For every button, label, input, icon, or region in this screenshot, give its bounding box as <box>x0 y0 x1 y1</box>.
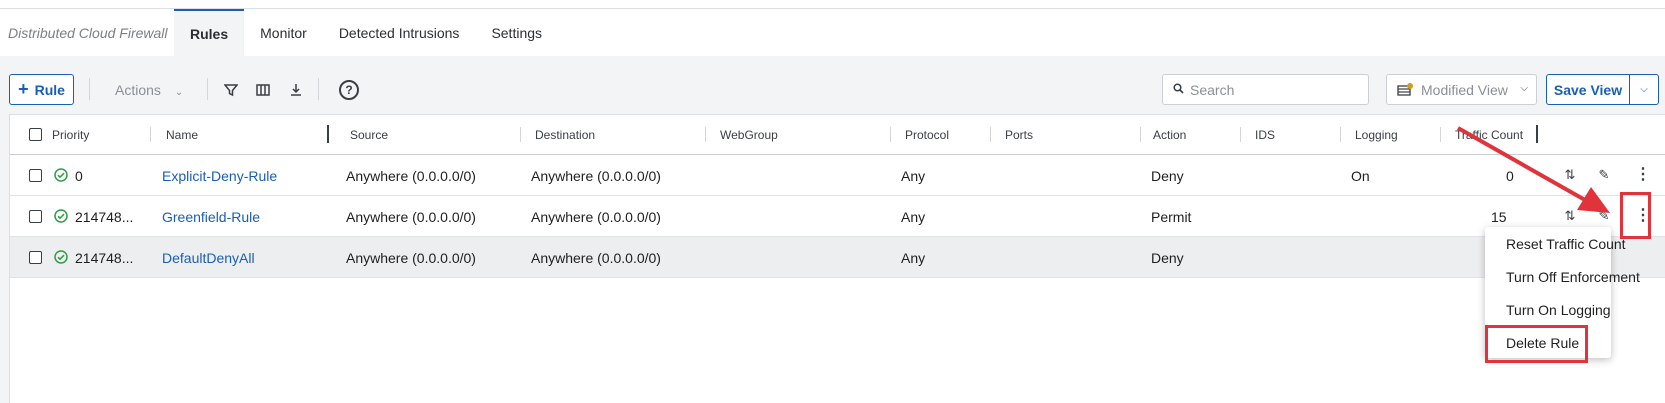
actions-dropdown[interactable]: Actions ⌄ <box>115 82 183 98</box>
col-source[interactable]: Source <box>350 128 388 142</box>
column-divider[interactable] <box>520 127 521 142</box>
col-ids[interactable]: IDS <box>1255 128 1275 142</box>
column-divider[interactable] <box>890 127 891 142</box>
col-priority[interactable]: Priority <box>52 128 89 142</box>
rule-name-link[interactable]: Explicit-Deny-Rule <box>162 168 277 184</box>
priority-cell: 0 <box>75 168 83 184</box>
row-checkbox[interactable] <box>29 251 42 264</box>
traffic-count-cell: 0 <box>1506 168 1514 184</box>
add-rule-label: Rule <box>34 81 65 98</box>
col-action[interactable]: Action <box>1153 128 1186 142</box>
source-cell: Anywhere (0.0.0.0/0) <box>346 168 476 184</box>
toolbar: + Rule Actions ⌄ ? Modified View ⌵ Save V… <box>0 56 1665 114</box>
col-name[interactable]: Name <box>166 128 198 142</box>
column-divider[interactable] <box>990 127 991 142</box>
protocol-cell: Any <box>901 209 926 225</box>
view-label: Modified View <box>1421 81 1508 98</box>
column-divider[interactable] <box>705 127 706 142</box>
protocol-cell: Any <box>901 168 926 184</box>
add-rule-button[interactable]: + Rule <box>9 74 74 105</box>
priority-cell: 214748... <box>75 250 134 266</box>
destination-cell: Anywhere (0.0.0.0/0) <box>531 209 661 225</box>
col-destination[interactable]: Destination <box>535 128 595 142</box>
destination-cell: Anywhere (0.0.0.0/0) <box>531 250 661 266</box>
tab-detected-intrusions[interactable]: Detected Intrusions <box>323 9 476 56</box>
table-row[interactable]: 214748... Greenfield-Rule Anywhere (0.0.… <box>10 196 1665 237</box>
edit-icon[interactable]: ✎ <box>1596 167 1612 183</box>
columns-icon[interactable] <box>254 81 272 99</box>
row-context-menu: Reset Traffic Count Turn Off Enforcement… <box>1485 227 1640 358</box>
select-all-checkbox[interactable] <box>29 128 42 141</box>
priority-cell: 214748... <box>75 209 134 225</box>
plus-icon: + <box>18 79 29 99</box>
column-divider[interactable] <box>1340 127 1341 142</box>
col-webgroup[interactable]: WebGroup <box>720 128 778 142</box>
reorder-icon[interactable]: ⇅ <box>1562 208 1578 224</box>
rules-table: Priority Name Source Destination WebGrou… <box>9 114 1665 403</box>
menu-item-turn-on-logging[interactable]: Turn On Logging <box>1506 302 1611 318</box>
top-strip <box>0 0 1665 9</box>
traffic-count-cell: 15 <box>1491 209 1507 225</box>
col-ports[interactable]: Ports <box>1005 128 1033 142</box>
download-icon[interactable] <box>287 81 305 99</box>
help-icon[interactable]: ? <box>339 80 359 100</box>
app-title: Distributed Cloud Firewall <box>8 24 168 41</box>
source-cell: Anywhere (0.0.0.0/0) <box>346 250 476 266</box>
column-resize-handle[interactable] <box>327 125 329 143</box>
col-protocol[interactable]: Protocol <box>905 128 949 142</box>
toolbar-divider <box>318 78 319 100</box>
column-resize-handle[interactable] <box>1536 125 1538 143</box>
tab-bar: Distributed Cloud Firewall Rules Monitor… <box>0 9 1665 56</box>
table-header: Priority Name Source Destination WebGrou… <box>10 115 1665 155</box>
action-cell: Deny <box>1151 168 1184 184</box>
table-row[interactable]: 0 Explicit-Deny-Rule Anywhere (0.0.0.0/0… <box>10 155 1665 196</box>
row-checkbox[interactable] <box>29 169 42 182</box>
menu-item-turn-off-enforcement[interactable]: Turn Off Enforcement <box>1506 269 1640 285</box>
chevron-down-icon: ⌄ <box>174 87 184 98</box>
column-divider[interactable] <box>1140 127 1141 142</box>
menu-item-reset-traffic-count[interactable]: Reset Traffic Count <box>1506 236 1626 252</box>
logging-cell: On <box>1351 168 1370 184</box>
action-cell: Deny <box>1151 250 1184 266</box>
column-divider[interactable] <box>1440 127 1441 142</box>
check-circle-icon <box>54 250 68 264</box>
reorder-icon[interactable]: ⇅ <box>1562 167 1578 183</box>
protocol-cell: Any <box>901 250 926 266</box>
filter-icon[interactable] <box>222 81 240 99</box>
toolbar-divider <box>207 78 208 100</box>
column-divider[interactable] <box>150 127 151 142</box>
more-options-icon[interactable]: ⋮ <box>1635 167 1651 183</box>
menu-item-delete-rule[interactable]: Delete Rule <box>1506 335 1579 351</box>
search-icon <box>1173 82 1184 97</box>
destination-cell: Anywhere (0.0.0.0/0) <box>531 168 661 184</box>
column-divider[interactable] <box>1240 127 1241 142</box>
search-input[interactable] <box>1190 81 1360 98</box>
rule-name-link[interactable]: DefaultDenyAll <box>162 250 255 266</box>
col-traffic-count[interactable]: Traffic Count <box>1455 128 1523 142</box>
action-cell: Permit <box>1151 209 1192 225</box>
row-checkbox[interactable] <box>29 210 42 223</box>
rule-name-link[interactable]: Greenfield-Rule <box>162 209 260 225</box>
more-options-icon[interactable]: ⋮ <box>1635 208 1651 224</box>
toolbar-divider <box>89 78 90 100</box>
tab-rules[interactable]: Rules <box>174 9 245 56</box>
chevron-down-icon: ⌵ <box>1520 83 1528 94</box>
check-circle-icon <box>54 209 68 223</box>
source-cell: Anywhere (0.0.0.0/0) <box>346 209 476 225</box>
actions-label: Actions <box>115 82 161 98</box>
save-view-dropdown[interactable]: ⌵ <box>1629 74 1659 105</box>
tab-monitor[interactable]: Monitor <box>244 9 323 56</box>
table-row[interactable]: 214748... DefaultDenyAll Anywhere (0.0.0… <box>10 237 1665 278</box>
view-selector[interactable]: Modified View ⌵ <box>1386 74 1537 105</box>
edit-icon[interactable]: ✎ <box>1596 208 1612 224</box>
col-logging[interactable]: Logging <box>1355 128 1398 142</box>
save-view-button[interactable]: Save View <box>1546 74 1630 105</box>
search-box[interactable] <box>1162 74 1369 105</box>
tab-settings[interactable]: Settings <box>475 9 558 56</box>
view-list-icon <box>1397 82 1413 97</box>
check-circle-icon <box>54 168 68 182</box>
chevron-down-icon: ⌵ <box>1640 84 1648 95</box>
